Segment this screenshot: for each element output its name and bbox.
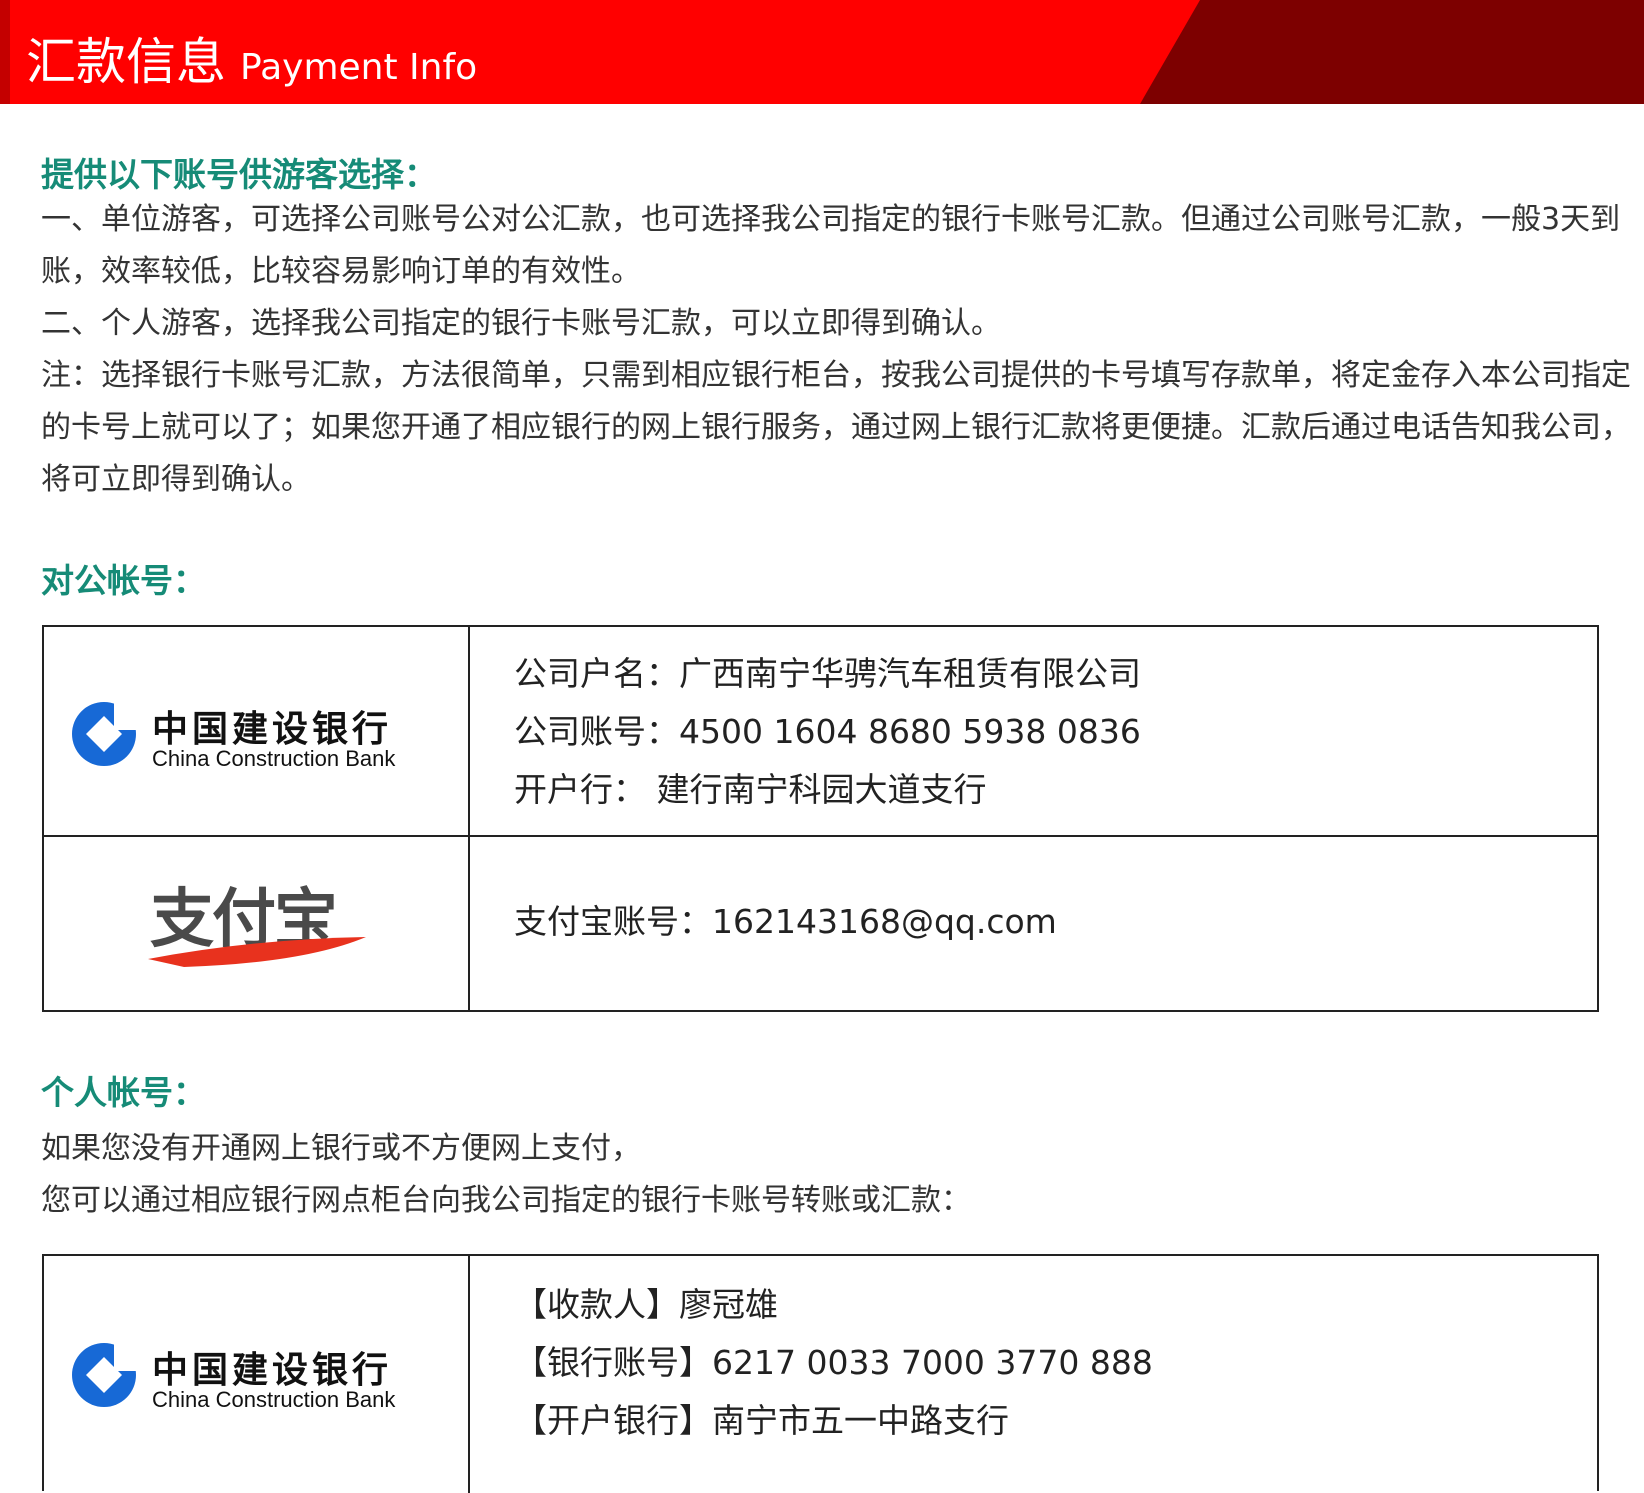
page-title: 汇款信息 Payment Info (26, 22, 477, 94)
ccb-logo-cell: 中国建设银行 China Construction Bank (44, 1256, 470, 1493)
personal-line: 如果您没有开通网上银行或不方便网上支付， (41, 1131, 641, 1166)
ccb-logo-cell: 中国建设银行 China Construction Bank (44, 627, 470, 835)
ccb-logo-cn: 中国建设银行 (152, 708, 393, 750)
page-title-en: Payment Info (240, 47, 478, 88)
company-account-number: 公司账号：4500 1604 8680 5938 0836 (514, 712, 1141, 751)
corporate-account-info: 公司户名：广西南宁华骋汽车租赁有限公司 公司账号：4500 1604 8680 … (514, 645, 1597, 819)
intro-line: 注：选择银行卡账号汇款，方法很简单，只需到相应银行柜台，按我公司提供的卡号填写存… (41, 358, 1631, 393)
company-name: 公司户名：广西南宁华骋汽车租赁有限公司 (514, 654, 1141, 693)
alipay-account: 支付宝账号：162143168@qq.com (514, 902, 1057, 941)
alipay-logo-cell: 支付宝 (44, 837, 470, 1012)
alipay-logo-icon: 支付宝 (148, 883, 366, 967)
header-banner: 汇款信息 Payment Info (0, 0, 1644, 104)
banner-edge (0, 0, 10, 104)
intro-line: 账，效率较低，比较容易影响订单的有效性。 (41, 254, 641, 289)
ccb-emblem-icon (72, 1341, 138, 1407)
intro-line: 一、单位游客，可选择公司账号公对公汇款，也可选择我公司指定的银行卡账号汇款。但通… (41, 202, 1621, 237)
ccb-personal-row: 中国建设银行 China Construction Bank 【收款人】廖冠雄 … (44, 1256, 1597, 1493)
personal-line: 您可以通过相应银行网点柜台向我公司指定的银行卡账号转账或汇款： (41, 1183, 971, 1218)
ccb-logo-cn: 中国建设银行 (152, 1349, 393, 1391)
ccb-logo-en: China Construction Bank (152, 1387, 396, 1412)
payee-name: 【收款人】廖冠雄 (514, 1285, 778, 1324)
intro-line: 将可立即得到确认。 (41, 462, 311, 497)
personal-heading: 个人帐号： (41, 1073, 206, 1112)
corporate-heading: 对公帐号： (41, 561, 206, 600)
personal-account-info: 【收款人】廖冠雄 【银行账号】6217 0033 7000 3770 888 【… (514, 1276, 1597, 1450)
ccb-corporate-row: 中国建设银行 China Construction Bank 公司户名：广西南宁… (44, 627, 1597, 837)
personal-account-number: 【银行账号】6217 0033 7000 3770 888 (514, 1343, 1153, 1382)
intro-line: 二、个人游客，选择我公司指定的银行卡账号汇款，可以立即得到确认。 (41, 306, 1001, 341)
personal-bank-branch: 【开户银行】南宁市五一中路支行 (514, 1401, 1009, 1440)
personal-accounts-table: 中国建设银行 China Construction Bank 【收款人】廖冠雄 … (42, 1254, 1599, 1493)
alipay-account-info: 支付宝账号：162143168@qq.com (514, 893, 1597, 951)
intro-heading: 提供以下账号供游客选择： (41, 155, 437, 194)
company-bank-branch: 开户行： 建行南宁科园大道支行 (514, 770, 987, 809)
ccb-logo-en: China Construction Bank (152, 746, 396, 771)
intro-paragraph: 一、单位游客，可选择公司账号公对公汇款，也可选择我公司指定的银行卡账号汇款。但通… (41, 194, 1631, 506)
intro-line: 的卡号上就可以了；如果您开通了相应银行的网上银行服务，通过网上银行汇款将更便捷。… (41, 410, 1631, 445)
page-title-zh: 汇款信息 (26, 33, 226, 91)
alipay-row: 支付宝 支付宝账号：162143168@qq.com (44, 837, 1597, 1012)
ccb-emblem-icon (72, 700, 138, 766)
personal-paragraph: 如果您没有开通网上银行或不方便网上支付， 您可以通过相应银行网点柜台向我公司指定… (41, 1123, 1601, 1227)
corporate-accounts-table: 中国建设银行 China Construction Bank 公司户名：广西南宁… (42, 625, 1599, 1012)
